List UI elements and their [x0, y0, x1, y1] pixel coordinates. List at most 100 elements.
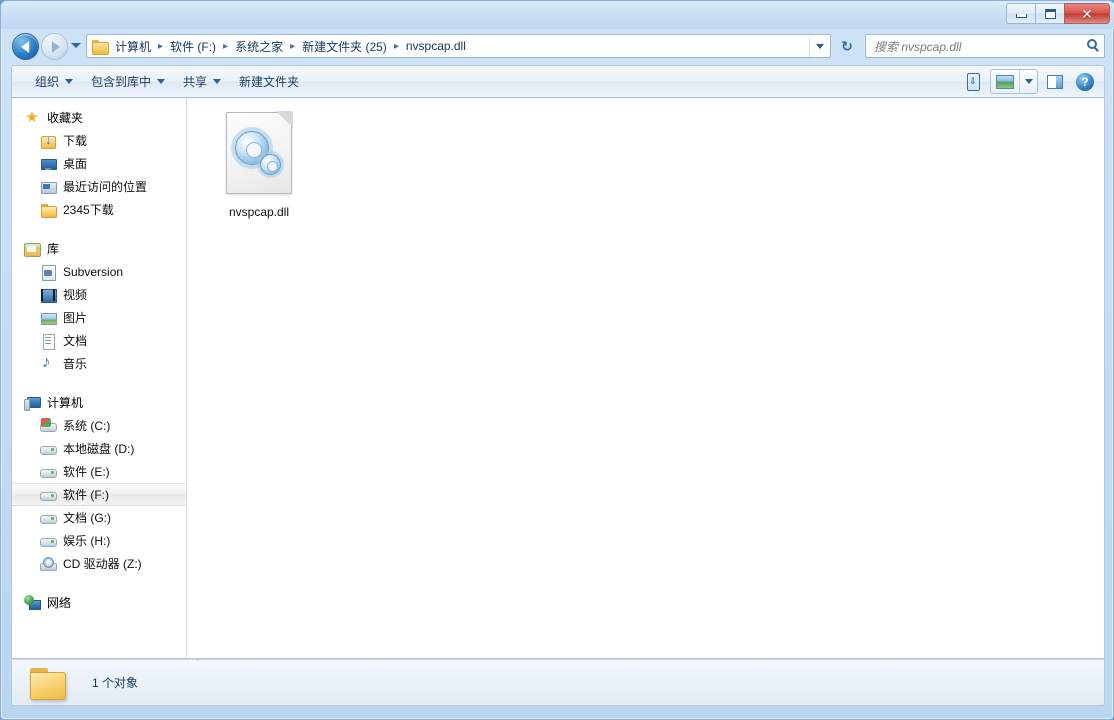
folder-icon	[30, 665, 70, 700]
sidebar-item-1-2[interactable]: 图片	[12, 306, 186, 329]
back-button[interactable]	[12, 33, 39, 60]
change-view-button[interactable]	[990, 69, 1038, 94]
toolbar-item-2[interactable]: 共享	[174, 70, 230, 94]
search-icon[interactable]	[1087, 39, 1097, 49]
sidebar-item-0-2[interactable]: 最近访问的位置	[12, 175, 186, 198]
sidebar-item-label: 软件 (F:)	[63, 488, 109, 502]
main-body: ★ 收藏夹下载桌面最近访问的位置 2345下载库Subversion 视频图片文档音乐…	[11, 98, 1105, 658]
chevron-down-icon[interactable]	[816, 44, 824, 49]
breadcrumb-item-1[interactable]: 软件 (F:)	[167, 37, 219, 56]
toolbar-right-buttons: ⇩ ?	[960, 69, 1098, 94]
recent-pages-dropdown[interactable]	[71, 43, 81, 48]
preview-pane-button[interactable]	[1042, 69, 1068, 94]
sidebar-item-2-5[interactable]: 娱乐 (H:)	[12, 529, 186, 552]
drive-icon	[40, 533, 57, 549]
system-drive-icon	[40, 417, 57, 434]
breadcrumb-item-2[interactable]: 系统之家	[232, 37, 286, 56]
help-icon: ?	[1076, 72, 1094, 91]
file-grid: nvspcap.dll	[206, 108, 1104, 219]
sidebar-item-2-1[interactable]: 本地磁盘 (D:)	[12, 437, 186, 460]
file-list-pane[interactable]: nvspcap.dll	[188, 98, 1104, 658]
sidebar-item-label: 本地磁盘 (D:)	[63, 442, 135, 456]
sidebar-item-2-3[interactable]: 软件 (F:)	[12, 483, 186, 506]
toolbar-items: 组织 包含到库中 共享 新建文件夹	[26, 70, 308, 94]
gear-icon-small	[260, 154, 281, 175]
library-icon	[24, 241, 41, 257]
sidebar-item-0-0[interactable]: 下载	[12, 129, 186, 152]
view-dropdown-button[interactable]	[1019, 70, 1037, 93]
sidebar-item-label: 下载	[63, 134, 88, 148]
nav-group-1[interactable]: 库	[12, 237, 186, 260]
minimize-icon	[1015, 14, 1027, 18]
file-item[interactable]: nvspcap.dll	[206, 108, 312, 219]
toolbar-item-label: 新建文件夹	[239, 75, 300, 89]
forward-arrow-icon	[51, 40, 60, 53]
sidebar-item-2-0[interactable]: 系统 (C:)	[12, 414, 186, 437]
nav-group-3[interactable]: 网络	[12, 591, 186, 614]
help-button[interactable]: ?	[1072, 69, 1098, 94]
sidebar-item-1-1[interactable]: 视频	[12, 283, 186, 306]
breadcrumb-separator-icon: ▸	[158, 40, 164, 52]
sidebar-item-2-2[interactable]: 软件 (E:)	[12, 460, 186, 483]
toolbar-item-3[interactable]: 新建文件夹	[230, 70, 308, 94]
forward-button[interactable]	[41, 33, 68, 60]
toolbar-item-1[interactable]: 包含到库中	[82, 70, 174, 94]
breadcrumb-separator-icon: ▸	[290, 40, 296, 52]
sidebar-item-label: 文档 (G:)	[63, 511, 111, 525]
search-input[interactable]: 搜索 nvspcap.dll	[874, 38, 961, 55]
nav-group-spacer	[12, 221, 186, 237]
chevron-down-icon	[213, 79, 222, 84]
nav-group-2[interactable]: 计算机	[12, 391, 186, 414]
pictures-icon	[40, 310, 57, 326]
search-box[interactable]: 搜索 nvspcap.dll	[865, 34, 1105, 58]
maximize-icon	[1044, 8, 1056, 19]
star-icon: ★	[25, 108, 39, 126]
maximize-button[interactable]	[1035, 3, 1064, 24]
sidebar-item-2-4[interactable]: 文档 (G:)	[12, 506, 186, 529]
status-text: 1 个对象	[92, 675, 139, 690]
navigation-pane[interactable]: ★ 收藏夹下载桌面最近访问的位置 2345下载库Subversion 视频图片文档音乐…	[12, 98, 187, 658]
explorer-window: ✕ 计算机 ▸ 软件 (F:) ▸ 系统之家 ▸ 新建文件夹 (25) ▸ nvspcap.dl…	[0, 0, 1114, 720]
sidebar-item-0-3[interactable]: 2345下载	[12, 198, 186, 221]
address-bar[interactable]: 计算机 ▸ 软件 (F:) ▸ 系统之家 ▸ 新建文件夹 (25) ▸ nvspcap.dll	[86, 34, 831, 58]
breadcrumb-item-0[interactable]: 计算机	[112, 37, 154, 56]
breadcrumb: 计算机 ▸ 软件 (F:) ▸ 系统之家 ▸ 新建文件夹 (25) ▸ nvspcap.dll	[112, 37, 469, 56]
sidebar-item-1-4[interactable]: 音乐	[12, 352, 186, 375]
nav-group-0[interactable]: ★ 收藏夹	[12, 106, 186, 129]
toolbar-item-0[interactable]: 组织	[26, 70, 82, 94]
sidebar-item-label: CD 驱动器 (Z:)	[63, 557, 142, 571]
address-bar-row: 计算机 ▸ 软件 (F:) ▸ 系统之家 ▸ 新建文件夹 (25) ▸ nvspcap.dll …	[1, 29, 1114, 65]
sidebar-item-label: 图片	[63, 311, 88, 325]
folder-icon	[92, 39, 109, 55]
sidebar-item-label: 2345下载	[63, 203, 114, 217]
sidebar-item-1-0[interactable]: Subversion	[12, 260, 186, 283]
breadcrumb-item-4[interactable]: nvspcap.dll	[403, 38, 469, 54]
status-bar: 1 个对象	[11, 658, 1106, 706]
close-button[interactable]: ✕	[1064, 3, 1110, 24]
chevron-down-icon	[65, 79, 74, 84]
breadcrumb-separator-icon: ▸	[223, 40, 229, 52]
sidebar-item-label: 视频	[63, 288, 88, 302]
status-divider	[12, 658, 1106, 661]
nav-group-spacer	[12, 375, 186, 391]
nav-group-label: 计算机	[47, 396, 84, 410]
breadcrumb-item-3[interactable]: 新建文件夹 (25)	[299, 37, 390, 56]
sidebar-item-0-1[interactable]: 桌面	[12, 152, 186, 175]
toolbar-item-label: 共享	[183, 75, 208, 89]
refresh-button[interactable]: ↻	[835, 34, 859, 58]
drive-icon	[40, 510, 57, 526]
sidebar-item-label: 文档	[63, 334, 88, 348]
computer-icon	[24, 395, 41, 411]
recent-places-icon	[40, 179, 57, 195]
sidebar-item-2-6[interactable]: CD 驱动器 (Z:)	[12, 552, 186, 575]
sidebar-item-1-3[interactable]: 文档	[12, 329, 186, 352]
sidebar-item-label: 桌面	[63, 157, 88, 171]
nav-group-label: 网络	[47, 596, 72, 610]
drive-icon	[40, 487, 57, 503]
burn-button[interactable]: ⇩	[960, 69, 986, 94]
refresh-icon: ↻	[841, 37, 853, 54]
minimize-button[interactable]	[1006, 3, 1035, 24]
documents-icon	[40, 333, 56, 350]
title-bar[interactable]: ✕	[1, 1, 1114, 29]
downloads-icon	[40, 132, 56, 149]
